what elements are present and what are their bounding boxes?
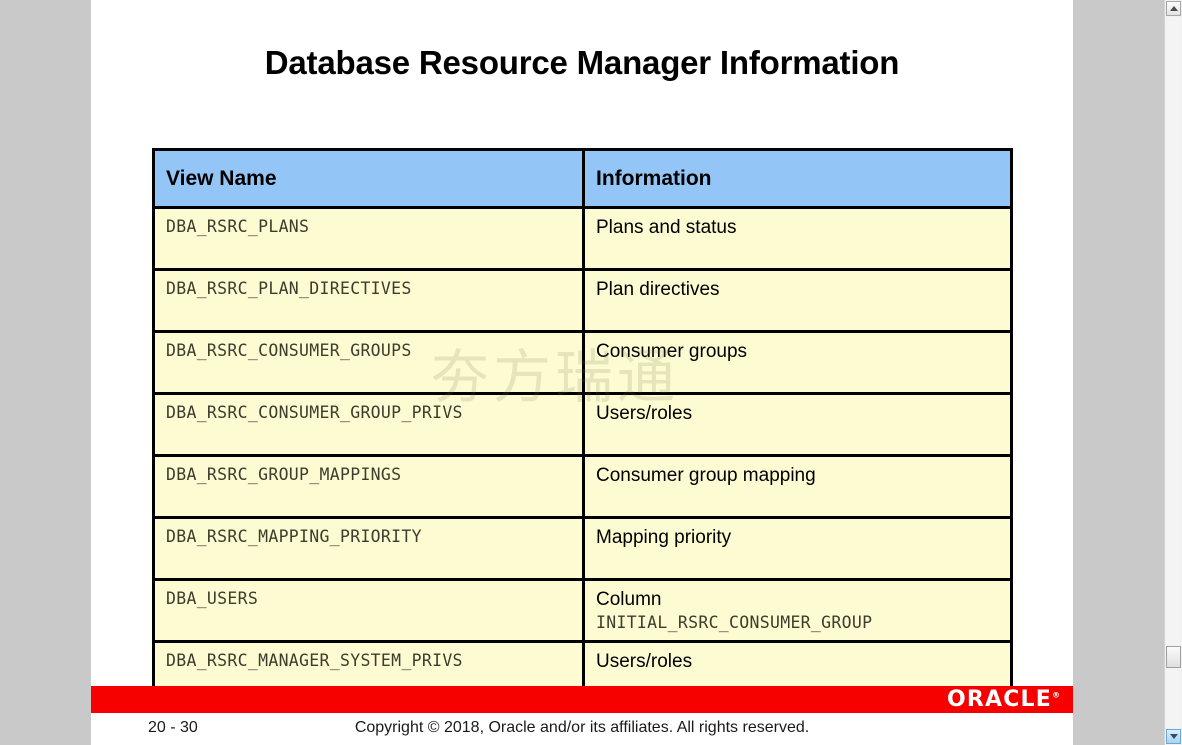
view-name-value: DBA_RSRC_CONSUMER_GROUPS (166, 341, 412, 360)
presentation-viewport: Database Resource Manager Information 夯方… (0, 0, 1182, 745)
table-row: DBA_RSRC_GROUP_MAPPINGS Consumer group m… (152, 454, 1013, 519)
information-value: Plan directives (596, 279, 720, 300)
table-header-row: View Name Information (152, 148, 1013, 209)
view-name-value: DBA_RSRC_PLAN_DIRECTIVES (166, 279, 412, 298)
view-name-value: DBA_RSRC_PLANS (166, 217, 310, 236)
cell-information: Plans and status (582, 206, 1013, 271)
cell-information: Plan directives (582, 268, 1013, 333)
copyright-notice: Copyright © 2018, Oracle and/or its affi… (354, 719, 810, 736)
oracle-logo-text: ORACLE (946, 687, 1052, 712)
cell-information: Consumer group mapping (582, 454, 1013, 519)
oracle-logo: ORACLE® (947, 687, 1060, 712)
table-row: DBA_RSRC_CONSUMER_GROUP_PRIVS Users/role… (152, 392, 1013, 457)
information-value: Users/roles (596, 403, 693, 424)
cell-information: Mapping priority (582, 516, 1013, 581)
cell-view-name: DBA_RSRC_CONSUMER_GROUP_PRIVS (152, 392, 585, 457)
cell-information: Consumer groups (582, 330, 1013, 395)
information-value: Mapping priority (596, 527, 732, 548)
cell-view-name: DBA_RSRC_PLANS (152, 206, 585, 271)
cell-view-name: DBA_RSRC_MAPPING_PRIORITY (152, 516, 585, 581)
table-row: DBA_RSRC_PLANS Plans and status (152, 206, 1013, 271)
cell-view-name: DBA_RSRC_CONSUMER_GROUPS (152, 330, 585, 395)
information-column-value: INITIAL_RSRC_CONSUMER_GROUP (596, 613, 873, 632)
table-row: DBA_RSRC_CONSUMER_GROUPS Consumer groups (152, 330, 1013, 395)
cell-view-name: DBA_RSRC_GROUP_MAPPINGS (152, 454, 585, 519)
information-value: Plans and status (596, 217, 737, 238)
scrollbar-track[interactable] (1166, 17, 1181, 728)
table-row: DBA_USERS Column INITIAL_RSRC_CONSUMER_G… (152, 578, 1013, 643)
footer-text-row: 20 - 30 Copyright © 2018, Oracle and/or … (91, 713, 1073, 745)
slide-canvas: Database Resource Manager Information 夯方… (91, 0, 1073, 745)
view-name-value: DBA_USERS (166, 589, 259, 608)
column-header-view-name: View Name (152, 148, 585, 209)
vertical-scrollbar[interactable] (1164, 0, 1182, 745)
scroll-up-button[interactable] (1166, 1, 1181, 16)
page-title: Database Resource Manager Information (264, 44, 900, 81)
view-name-value: DBA_RSRC_GROUP_MAPPINGS (166, 465, 402, 484)
chevron-up-icon (1169, 6, 1178, 11)
information-value: Consumer group mapping (596, 465, 816, 486)
cell-information: Users/roles (582, 392, 1013, 457)
table-row: DBA_RSRC_MAPPING_PRIORITY Mapping priori… (152, 516, 1013, 581)
scroll-down-button[interactable] (1166, 729, 1181, 744)
registered-mark-icon: ® (1052, 690, 1060, 700)
information-value: Column (596, 589, 662, 610)
cell-view-name: DBA_USERS (152, 578, 585, 643)
view-name-value: DBA_RSRC_CONSUMER_GROUP_PRIVS (166, 403, 463, 422)
view-name-value: DBA_RSRC_MAPPING_PRIORITY (166, 527, 422, 546)
scrollbar-thumb[interactable] (1166, 646, 1181, 668)
information-value: Users/roles (596, 651, 693, 672)
chevron-down-icon (1169, 734, 1178, 739)
column-header-information: Information (582, 148, 1013, 209)
resource-manager-views-table: View Name Information DBA_RSRC_PLANS Pla… (152, 148, 1013, 705)
cell-view-name: DBA_RSRC_PLAN_DIRECTIVES (152, 268, 585, 333)
information-value: Consumer groups (596, 341, 748, 362)
table-row: DBA_RSRC_PLAN_DIRECTIVES Plan directives (152, 268, 1013, 333)
cell-information: Column INITIAL_RSRC_CONSUMER_GROUP (582, 578, 1013, 643)
footer-brand-bar: ORACLE® (91, 686, 1073, 713)
view-name-value: DBA_RSRC_MANAGER_SYSTEM_PRIVS (166, 651, 463, 670)
